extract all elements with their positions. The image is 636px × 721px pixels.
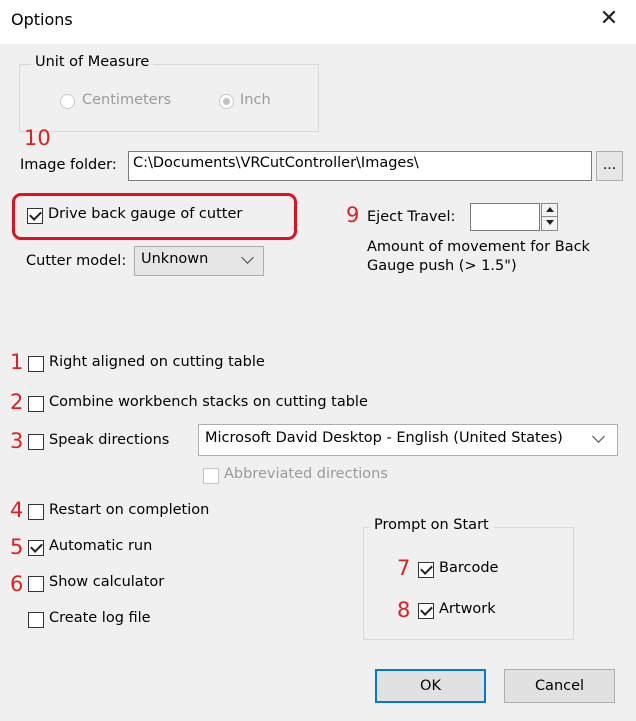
artwork-checkbox[interactable] <box>418 603 434 619</box>
annotation-1: 1 <box>10 350 24 374</box>
image-folder-input[interactable]: C:\Documents\VRCutController\Images\ <box>128 151 592 181</box>
automatic-run-label: Automatic run <box>49 538 153 554</box>
eject-travel-help-1: Amount of movement for Back <box>367 239 590 255</box>
restart-on-completion-label: Restart on completion <box>49 502 210 518</box>
browse-button[interactable]: ... <box>596 151 623 181</box>
abbreviated-directions-label: Abbreviated directions <box>224 466 388 482</box>
voice-select[interactable]: Microsoft David Desktop - English (Unite… <box>198 424 618 456</box>
show-calculator-checkbox[interactable] <box>28 576 44 592</box>
ok-button[interactable]: OK <box>375 669 486 703</box>
annotation-6: 6 <box>10 572 24 596</box>
annotation-7: 7 <box>397 556 411 580</box>
create-log-file-label: Create log file <box>49 610 151 626</box>
combine-stacks-checkbox[interactable] <box>28 396 44 412</box>
drive-back-gauge-checkbox[interactable] <box>27 208 43 224</box>
restart-on-completion-checkbox[interactable] <box>28 504 44 520</box>
annotation-8: 8 <box>397 598 411 622</box>
barcode-label: Barcode <box>439 560 499 576</box>
annotation-4: 4 <box>10 498 24 522</box>
options-dialog: Options ✕ Unit of Measure Centimeters In… <box>0 0 636 721</box>
centimeters-label: Centimeters <box>82 92 172 108</box>
prompt-on-start-group <box>363 527 574 640</box>
voice-value: Microsoft David Desktop - English (Unite… <box>205 430 563 446</box>
annotation-5: 5 <box>10 535 24 559</box>
barcode-checkbox[interactable] <box>418 562 434 578</box>
title-bar: Options ✕ <box>0 0 636 44</box>
create-log-file-checkbox[interactable] <box>28 612 44 628</box>
automatic-run-checkbox[interactable] <box>28 540 44 556</box>
unit-of-measure-legend: Unit of Measure <box>31 54 154 70</box>
speak-directions-label: Speak directions <box>49 432 170 448</box>
annotation-10: 10 <box>24 126 51 150</box>
artwork-label: Artwork <box>439 601 496 617</box>
annotation-3: 3 <box>10 429 24 453</box>
close-icon[interactable]: ✕ <box>594 6 624 31</box>
cutter-model-value: Unknown <box>141 251 209 267</box>
annotation-2: 2 <box>10 390 24 414</box>
eject-travel-input[interactable] <box>470 203 540 231</box>
prompt-on-start-legend: Prompt on Start <box>370 517 493 533</box>
inch-label: Inch <box>240 92 271 108</box>
right-aligned-label: Right aligned on cutting table <box>49 354 265 370</box>
drive-back-gauge-label: Drive back gauge of cutter <box>48 206 243 222</box>
speak-directions-checkbox[interactable] <box>28 434 44 450</box>
eject-travel-help-2: Gauge push (> 1.5") <box>367 258 517 274</box>
spin-up-icon[interactable] <box>542 204 557 217</box>
abbreviated-directions-checkbox[interactable] <box>203 468 219 484</box>
combine-stacks-label: Combine workbench stacks on cutting tabl… <box>49 394 368 410</box>
eject-travel-spinner[interactable] <box>541 203 558 231</box>
eject-travel-label: Eject Travel: <box>367 209 456 225</box>
image-folder-label: Image folder: <box>20 157 117 173</box>
window-title: Options <box>11 10 73 29</box>
right-aligned-checkbox[interactable] <box>28 356 44 372</box>
cutter-model-label: Cutter model: <box>26 253 127 269</box>
spin-down-icon[interactable] <box>542 217 557 230</box>
centimeters-radio[interactable] <box>60 94 75 109</box>
cancel-button[interactable]: Cancel <box>504 669 615 703</box>
show-calculator-label: Show calculator <box>49 574 165 590</box>
inch-radio[interactable] <box>219 94 234 109</box>
annotation-9: 9 <box>346 203 360 227</box>
